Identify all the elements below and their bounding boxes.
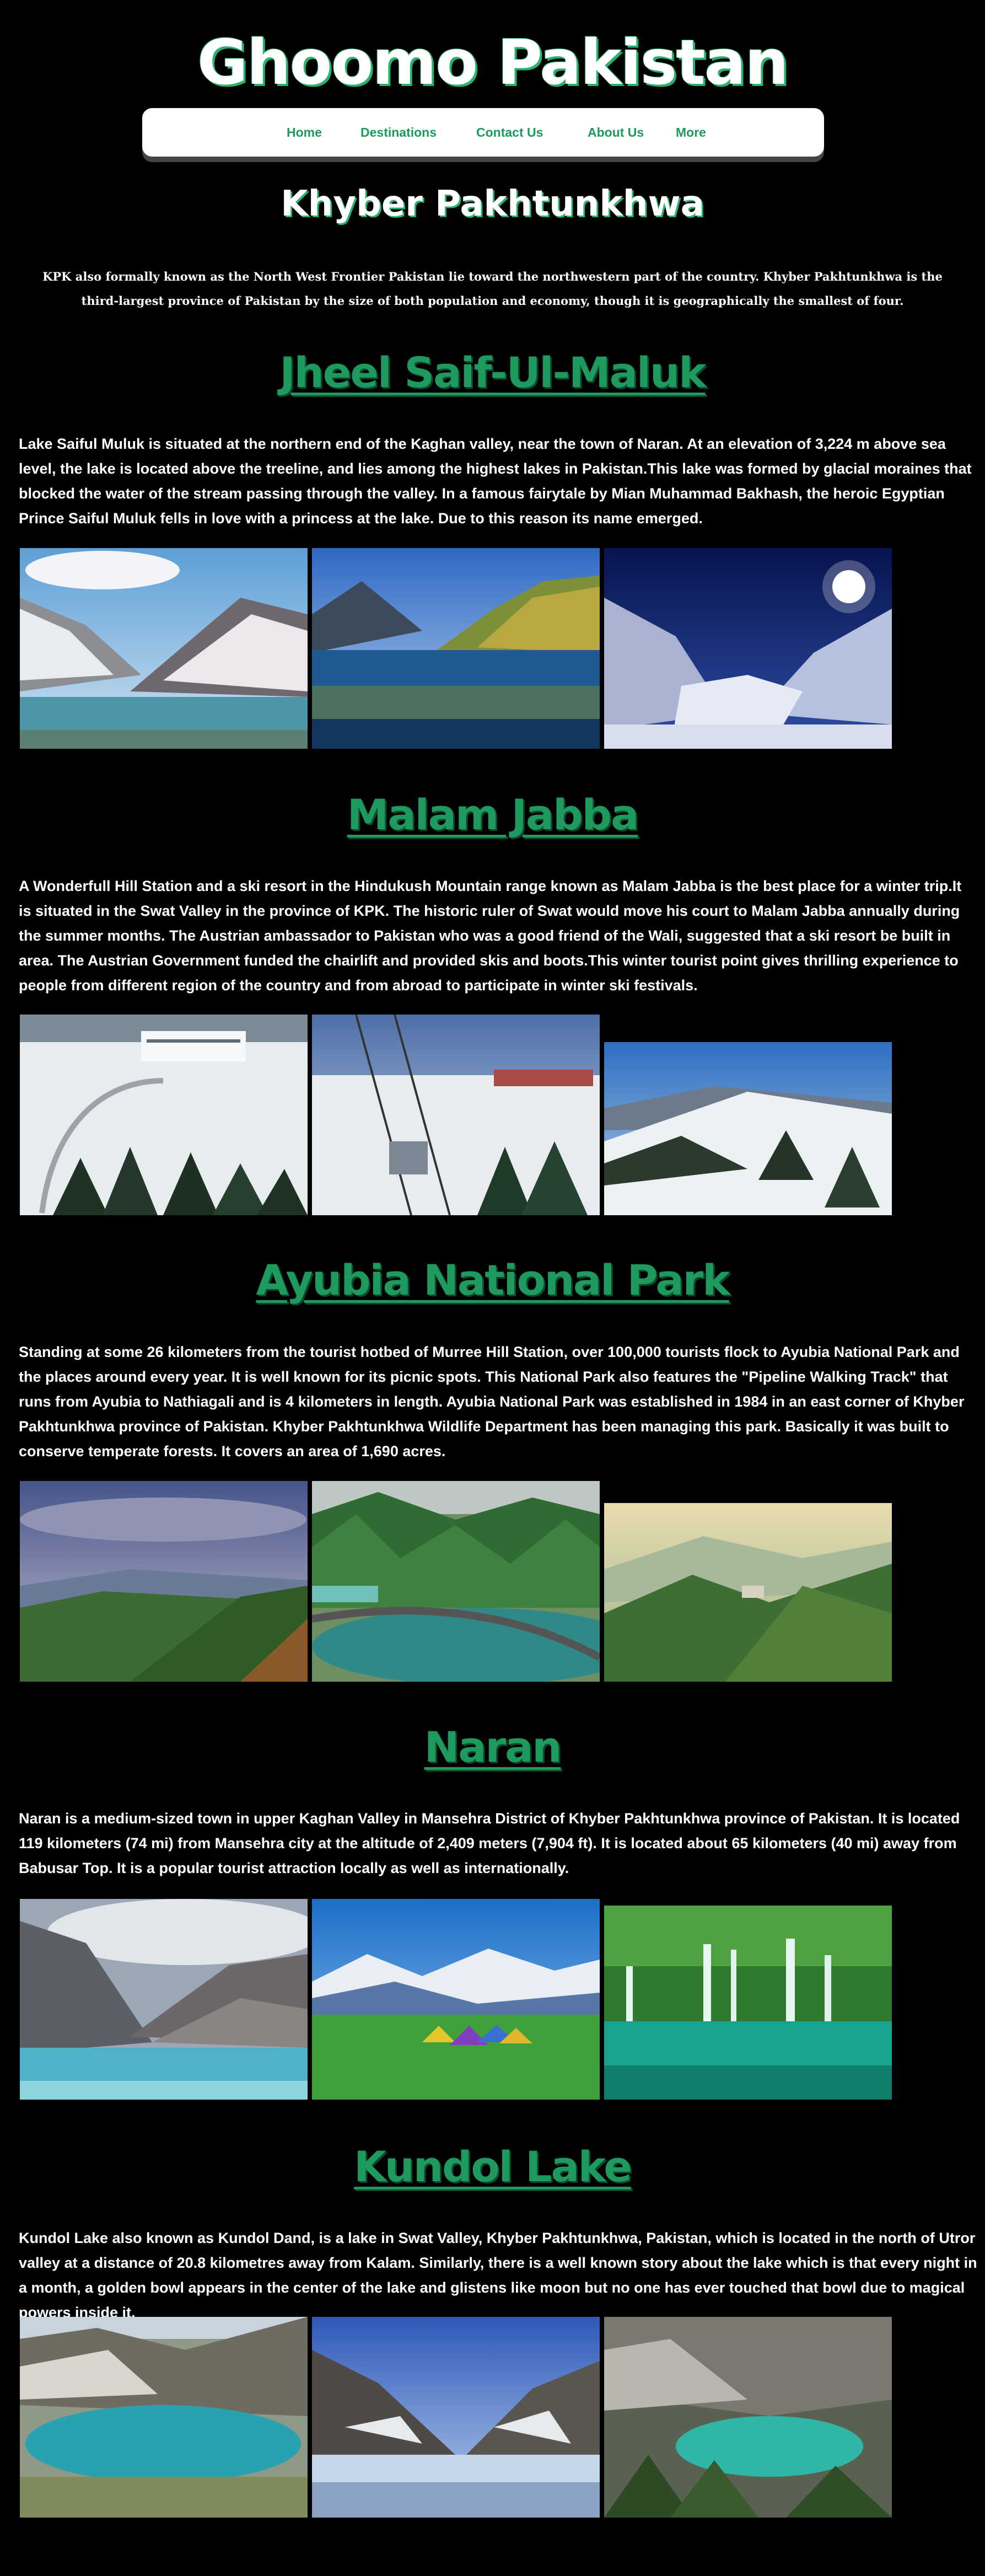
navbar: Home Destinations Contact Us About Us Mo… xyxy=(142,108,824,157)
malam-jabba-photo-3 xyxy=(604,1042,892,1215)
section-text-saif-ul-maluk: Lake Saiful Muluk is situated at the nor… xyxy=(19,436,972,527)
naran-photo-1 xyxy=(20,1899,308,2100)
malam-jabba-photo-2 xyxy=(312,1015,600,1215)
section-title-saif-ul-maluk: Jheel Saif-Ul-Maluk xyxy=(279,348,706,397)
saif-ul-maluk-photo-1 xyxy=(20,548,308,749)
section-title-ayubia: Ayubia National Park xyxy=(256,1255,730,1305)
section-text-malam-jabba: A Wonderfull Hill Station and a ski reso… xyxy=(19,878,962,994)
site-title: Ghoomo Pakistan xyxy=(197,27,789,99)
section-text-kundol-lake: Kundol Lake also known as Kundol Dand, i… xyxy=(19,2230,977,2321)
section-text-naran: Naran is a medium-sized town in upper Ka… xyxy=(19,1810,960,1876)
nav-about-us-link[interactable]: About Us xyxy=(588,108,644,157)
nav-home-link[interactable]: Home xyxy=(287,108,322,157)
ayubia-photo-1 xyxy=(20,1481,308,1682)
naran-photo-3 xyxy=(604,1906,892,2100)
section-title-kundol-lake: Kundol Lake xyxy=(354,2142,632,2191)
region-title: Khyber Pakhtunkhwa xyxy=(281,184,704,224)
nav-more-link[interactable]: More xyxy=(676,108,706,157)
nav-destinations-link[interactable]: Destinations xyxy=(360,108,437,157)
malam-jabba-photo-1 xyxy=(20,1015,308,1215)
section-title-naran: Naran xyxy=(424,1722,562,1772)
section-text-ayubia: Standing at some 26 kilometers from the … xyxy=(19,1344,965,1459)
section-title-malam-jabba: Malam Jabba xyxy=(347,790,639,839)
ayubia-photo-3 xyxy=(604,1503,892,1682)
kundol-lake-photo-3 xyxy=(604,2317,892,2518)
ayubia-photo-2 xyxy=(312,1481,600,1682)
kundol-lake-photo-1 xyxy=(20,2317,308,2518)
nav-contact-us-link[interactable]: Contact Us xyxy=(476,108,543,157)
region-intro: KPK also formally known as the North Wes… xyxy=(42,270,943,308)
kundol-lake-photo-2 xyxy=(312,2317,600,2518)
saif-ul-maluk-photo-2 xyxy=(312,548,600,749)
naran-photo-2 xyxy=(312,1899,600,2100)
saif-ul-maluk-photo-3 xyxy=(604,548,892,749)
